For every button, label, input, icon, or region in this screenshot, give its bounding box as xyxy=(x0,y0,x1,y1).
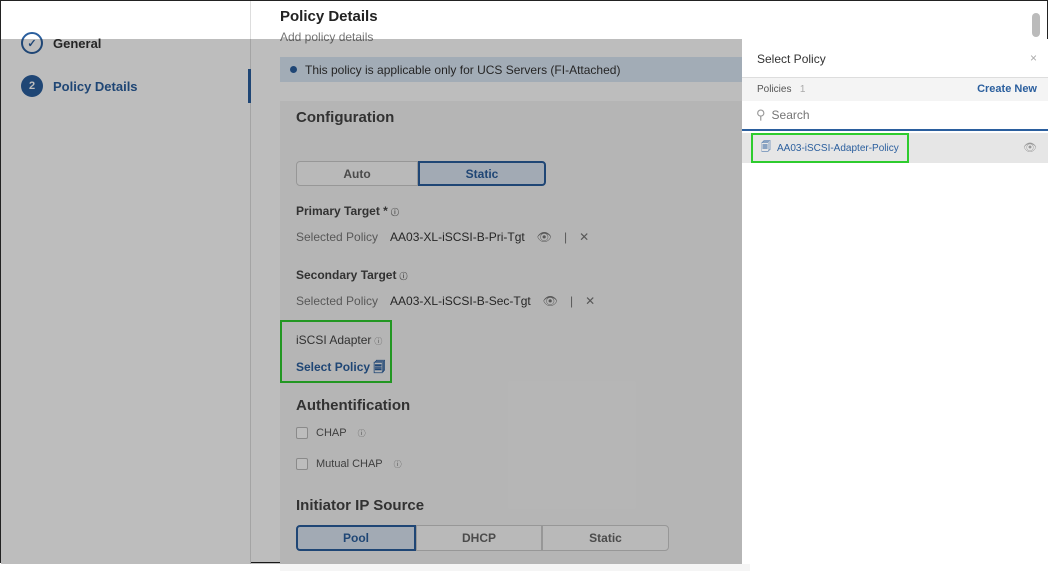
select-policy-panel: Select Policy × Policies 1 Create New ⚲ … xyxy=(742,39,1048,564)
search-icon: ⚲ xyxy=(756,107,766,122)
policy-name: AA03-iSCSI-Adapter-Policy xyxy=(777,142,899,154)
scrollbar[interactable] xyxy=(1032,13,1040,37)
policies-label: Policies 1 xyxy=(757,84,806,95)
search-field[interactable]: ⚲ xyxy=(742,101,1048,131)
search-input[interactable] xyxy=(771,108,1012,122)
modal-overlay xyxy=(1,39,742,564)
eye-icon[interactable]: 👁 xyxy=(1023,141,1037,154)
policies-count: 1 xyxy=(799,84,806,95)
panel-title: Select Policy xyxy=(757,52,826,66)
policy-item-highlight[interactable]: 🗐 AA03-iSCSI-Adapter-Policy xyxy=(751,133,909,163)
create-new-link[interactable]: Create New xyxy=(977,83,1037,95)
document-icon: 🗐 xyxy=(761,141,771,153)
page-title: Policy Details xyxy=(280,8,378,25)
close-icon[interactable]: × xyxy=(1030,51,1037,65)
